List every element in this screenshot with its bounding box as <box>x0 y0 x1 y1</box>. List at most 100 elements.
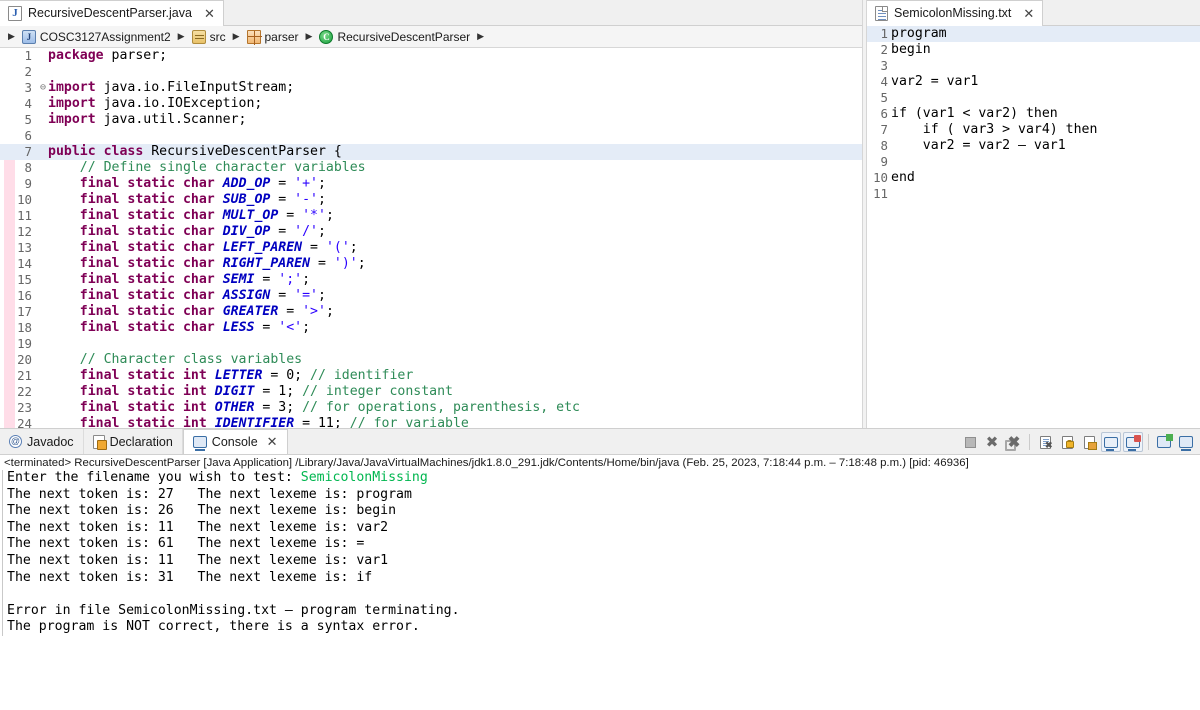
show-console-stderr-button[interactable] <box>1123 432 1143 452</box>
clear-console-button[interactable]: ✖ <box>1035 432 1055 452</box>
lock-icon <box>1061 435 1074 449</box>
text-line: 5 <box>867 90 1200 106</box>
line-number: 2 <box>880 42 888 57</box>
java-editor-tabbar: RecursiveDescentParser.java ✕ <box>0 0 862 26</box>
breadcrumb-arrow-1: ▶ <box>177 31 185 41</box>
display-selected-console-button[interactable] <box>1176 432 1196 452</box>
tab-declaration[interactable]: Declaration <box>83 429 183 454</box>
remove-all-terminated-button[interactable]: ✖ <box>1004 432 1024 452</box>
text-line: 4 var2 = var1 <box>867 74 1200 90</box>
text-line: 11 <box>867 186 1200 202</box>
terminate-button[interactable] <box>960 432 980 452</box>
text-content: begin <box>891 42 931 57</box>
tab-console[interactable]: Console ✕ <box>182 429 288 454</box>
breadcrumb-label: src <box>209 29 226 44</box>
text-line: 8 var2 = var2 – var1 <box>867 138 1200 154</box>
remove-launch-button[interactable]: ✖ <box>982 432 1002 452</box>
line-number: 2 <box>24 64 32 79</box>
text-line: 1 program <box>867 26 1200 42</box>
breadcrumb-item-src[interactable]: src <box>191 29 226 44</box>
stop-square-icon <box>964 436 976 448</box>
breadcrumb-arrow-3: ▶ <box>305 31 313 41</box>
line-number: 9 <box>24 176 32 191</box>
console-text: The next token is: 31 The next lexeme is… <box>7 569 373 585</box>
fold-marker[interactable]: ⊖ <box>38 80 48 96</box>
code-text: import java.util.Scanner; <box>48 112 247 127</box>
text-file-lines[interactable]: 1 program 2 begin 3 4 var2 = var1 5 6 if (var1 < … <box>867 26 1200 202</box>
breadcrumb-arrow-4: ▶ <box>477 31 485 41</box>
close-icon[interactable]: ✕ <box>204 7 215 20</box>
line-number: 12 <box>17 224 32 239</box>
tab-recursivedescentparser-java[interactable]: RecursiveDescentParser.java ✕ <box>0 0 224 26</box>
java-code-area[interactable]: 1 package parser; 2 3 ⊖ import java.io.FileIn… <box>0 48 862 428</box>
code-text: final static char MULT_OP = '*'; <box>79 208 334 223</box>
text-content: var2 = var2 – var1 <box>891 138 1066 153</box>
code-line: 15 final static char SEMI = ';'; <box>0 272 862 288</box>
breadcrumb-arrow-2: ▶ <box>232 31 240 41</box>
code-line: 8 // Define single character variables <box>0 160 862 176</box>
close-icon[interactable]: ✕ <box>267 434 278 450</box>
code-text: final static int DIGIT = 1; // integer c… <box>79 384 453 399</box>
console-body[interactable]: <terminated> RecursiveDescentParser [Jav… <box>0 455 1200 710</box>
open-console-button[interactable] <box>1154 432 1174 452</box>
project-icon <box>21 29 36 44</box>
line-number: 11 <box>17 208 32 223</box>
console-text: The next token is: 61 The next lexeme is… <box>7 536 365 552</box>
console-output[interactable]: Enter the filename you wish to test: Sem… <box>2 470 1200 636</box>
code-text: // Define single character variables <box>79 160 366 175</box>
console-icon <box>192 436 207 451</box>
line-number: 8 <box>880 138 888 153</box>
line-number: 6 <box>24 128 32 143</box>
console-err-icon <box>1126 434 1141 451</box>
line-number: 7 <box>24 144 32 159</box>
line-number: 5 <box>24 112 32 127</box>
code-line: 21 final static int LETTER = 0; // ident… <box>0 368 862 384</box>
text-line: 3 <box>867 58 1200 74</box>
breadcrumb-item-project[interactable]: COSC3127Assignment2 <box>21 29 171 44</box>
line-number: 10 <box>17 192 32 207</box>
breadcrumb-label: COSC3127Assignment2 <box>39 29 171 44</box>
line-number: 8 <box>24 160 32 175</box>
code-text: final static int LETTER = 0; // identifi… <box>79 368 414 383</box>
line-number: 1 <box>24 48 32 63</box>
code-text: final static char LEFT_PAREN = '('; <box>79 240 358 255</box>
tab-javadoc[interactable]: Javadoc <box>0 429 84 454</box>
line-number: 3 <box>880 58 888 73</box>
text-file-icon <box>875 5 888 21</box>
pin-console-icon <box>1083 435 1097 450</box>
tab-label: Declaration <box>109 434 173 449</box>
word-wrap-button[interactable] <box>1079 432 1099 452</box>
text-code-area[interactable]: 1 program 2 begin 3 4 var2 = var1 5 6 if (var1 < … <box>867 26 1200 428</box>
text-editor-tabbar: SemicolonMissing.txt ✕ <box>867 0 1200 26</box>
breadcrumb-item-package[interactable]: parser <box>246 29 299 45</box>
breadcrumb-item-class[interactable]: RecursiveDescentParser <box>319 29 470 44</box>
text-editor-pane: SemicolonMissing.txt ✕ 1 program 2 begin 3 4 v… <box>867 0 1200 428</box>
toolbar-separator <box>1029 434 1030 450</box>
code-line: 17 final static char GREATER = '>'; <box>0 304 862 320</box>
scroll-lock-button[interactable] <box>1057 432 1077 452</box>
line-number: 6 <box>880 106 888 121</box>
code-line: 10 final static char SUB_OP = '-'; <box>0 192 862 208</box>
console-text: Enter the filename you wish to test: <box>7 470 301 485</box>
code-text: final static char ADD_OP = '+'; <box>79 176 326 191</box>
text-content: if ( var3 > var4) then <box>891 122 1098 137</box>
code-text: final static char GREATER = '>'; <box>79 304 334 319</box>
java-source-lines[interactable]: 1 package parser; 2 3 ⊖ import java.io.FileIn… <box>0 48 862 428</box>
close-icon[interactable]: ✕ <box>1023 7 1034 20</box>
text-content: if (var1 < var2) then <box>891 106 1058 121</box>
tab-semicolonmissing-txt[interactable]: SemicolonMissing.txt ✕ <box>867 0 1044 26</box>
code-text: final static char DIV_OP = '/'; <box>79 224 326 239</box>
console-user-input: SemicolonMissing <box>300 470 428 485</box>
line-number: 18 <box>17 320 32 335</box>
line-number: 17 <box>17 304 32 319</box>
code-text: import java.io.IOException; <box>48 96 263 111</box>
code-line: 13 final static char LEFT_PAREN = '('; <box>0 240 862 256</box>
code-line: 24 final static int IDENTIFIER = 11; // … <box>0 416 862 428</box>
display-console-icon <box>1179 436 1193 451</box>
text-content: var2 = var1 <box>891 74 979 89</box>
code-text: // Character class variables <box>79 352 303 367</box>
show-console-stdout-button[interactable] <box>1101 432 1121 452</box>
tab-label: SemicolonMissing.txt <box>894 6 1012 20</box>
code-line: 2 <box>0 64 862 80</box>
